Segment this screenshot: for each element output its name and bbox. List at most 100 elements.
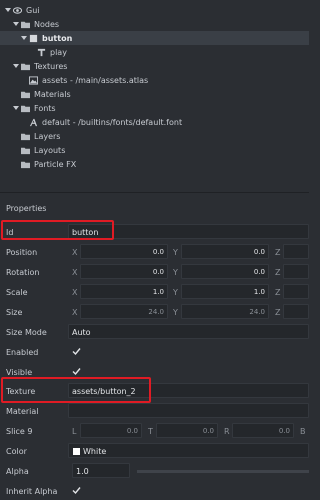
- position-x-input[interactable]: 0.0: [80, 244, 168, 259]
- alpha-input[interactable]: 1.0: [72, 463, 130, 478]
- alpha-slider[interactable]: [137, 470, 309, 473]
- property-label: Id: [6, 228, 14, 237]
- property-texture: Texture assets/button_2: [0, 381, 309, 401]
- inherit-alpha-checkbox[interactable]: [72, 486, 81, 495]
- property-size-mode: Size Mode Auto: [0, 322, 309, 342]
- property-label: Inherit Alpha: [6, 487, 58, 496]
- tree-item-default-font[interactable]: default - /builtins/fonts/default.font: [0, 115, 309, 129]
- position-x-value: 0.0: [152, 248, 164, 256]
- property-label: Size Mode: [6, 328, 47, 337]
- scale-y-input[interactable]: 1.0: [181, 284, 269, 299]
- axis-label-z: Z: [275, 248, 281, 257]
- property-label: Rotation: [6, 268, 40, 277]
- axis-label-z: Z: [275, 288, 281, 297]
- property-label: Visible: [6, 368, 33, 377]
- id-value: button: [72, 228, 99, 237]
- tree-item-label: Textures: [34, 61, 68, 71]
- expand-arrow-icon[interactable]: [12, 101, 20, 115]
- folder-icon: [20, 17, 30, 31]
- scale-x-input[interactable]: 1.0: [80, 284, 168, 299]
- slice9-l-value: 0.0: [126, 427, 138, 435]
- size-z-input[interactable]: [283, 304, 309, 319]
- size-mode-select[interactable]: Auto: [68, 324, 309, 339]
- tree-item-label: Nodes: [34, 19, 60, 29]
- axis-label-x: X: [72, 288, 78, 297]
- tree-item-button[interactable]: button: [0, 31, 309, 45]
- property-label: Position: [6, 248, 38, 257]
- scale-x-value: 1.0: [152, 288, 164, 296]
- color-value: White: [83, 447, 107, 456]
- visible-checkbox[interactable]: [72, 367, 81, 376]
- tree-item-label: Particle FX: [34, 159, 77, 169]
- tree-item-nodes[interactable]: Nodes: [0, 17, 309, 31]
- scale-y-value: 1.0: [253, 288, 265, 296]
- expand-arrow-icon[interactable]: [20, 31, 28, 45]
- size-y-value: 24.0: [249, 308, 265, 316]
- material-select[interactable]: [68, 403, 309, 418]
- axis-label-y: Y: [173, 308, 178, 317]
- rotation-x-input[interactable]: 0.0: [80, 264, 168, 279]
- color-swatch: [73, 448, 80, 455]
- rotation-x-value: 0.0: [152, 268, 164, 276]
- tree-item-particle-fx[interactable]: Particle FX: [0, 157, 309, 171]
- properties-title: Properties: [6, 204, 47, 213]
- size-y-input[interactable]: 24.0: [181, 304, 269, 319]
- tree-item-textures[interactable]: Textures: [0, 59, 309, 73]
- rotation-y-input[interactable]: 0.0: [181, 264, 269, 279]
- tree-item-layouts[interactable]: Layouts: [0, 143, 309, 157]
- outline-panel: Gui Nodes button play Textures assets - …: [0, 0, 309, 192]
- expand-arrow-icon[interactable]: [4, 3, 12, 17]
- property-label: Enabled: [6, 348, 39, 357]
- enabled-checkbox[interactable]: [72, 347, 81, 356]
- position-y-input[interactable]: 0.0: [181, 244, 269, 259]
- text-node-icon: [36, 45, 46, 59]
- tree-item-gui[interactable]: Gui: [0, 3, 309, 17]
- tree-item-assets-atlas[interactable]: assets - /main/assets.atlas: [0, 73, 309, 87]
- atlas-icon: [28, 73, 38, 87]
- slice9-r-value: 0.0: [278, 427, 290, 435]
- property-inherit-alpha: Inherit Alpha: [0, 481, 309, 500]
- texture-select[interactable]: assets/button_2: [68, 383, 309, 398]
- folder-icon: [20, 129, 30, 143]
- axis-label-b: B: [300, 427, 306, 436]
- folder-icon: [20, 101, 30, 115]
- tree-item-layers[interactable]: Layers: [0, 129, 309, 143]
- font-icon: [28, 115, 38, 129]
- axis-label-t: T: [148, 427, 153, 436]
- tree-item-label: Layers: [34, 131, 61, 141]
- folder-icon: [20, 59, 30, 73]
- gui-icon: [12, 3, 22, 17]
- position-y-value: 0.0: [253, 248, 265, 256]
- tree-item-label: play: [50, 47, 67, 57]
- folder-icon: [20, 143, 30, 157]
- properties-panel: Id button Position X 0.0 Y 0.0 Z Rotatio…: [0, 220, 309, 500]
- tree-item-label: assets - /main/assets.atlas: [42, 75, 149, 85]
- axis-label-x: X: [72, 248, 78, 257]
- slice9-l-input[interactable]: 0.0: [80, 423, 142, 438]
- tree-item-play[interactable]: play: [0, 45, 309, 59]
- color-picker[interactable]: White: [68, 443, 309, 458]
- property-enabled: Enabled: [0, 342, 309, 362]
- expand-arrow-icon[interactable]: [12, 17, 20, 31]
- tree-item-materials[interactable]: Materials: [0, 87, 309, 101]
- tree-item-fonts[interactable]: Fonts: [0, 101, 309, 115]
- axis-label-y: Y: [173, 268, 178, 277]
- expand-arrow-icon[interactable]: [12, 59, 20, 73]
- size-x-input[interactable]: 24.0: [80, 304, 168, 319]
- slice9-t-value: 0.0: [202, 427, 214, 435]
- slice9-t-input[interactable]: 0.0: [156, 423, 218, 438]
- box-node-icon: [28, 31, 38, 45]
- rotation-z-input[interactable]: [283, 264, 309, 279]
- scale-z-input[interactable]: [283, 284, 309, 299]
- position-z-input[interactable]: [283, 244, 309, 259]
- id-input[interactable]: button: [68, 224, 309, 239]
- property-id: Id button: [0, 222, 309, 242]
- property-label: Color: [6, 447, 27, 456]
- property-label: Size: [6, 308, 23, 317]
- slice9-r-input[interactable]: 0.0: [232, 423, 294, 438]
- axis-label-y: Y: [173, 248, 178, 257]
- axis-label-y: Y: [173, 288, 178, 297]
- axis-label-x: X: [72, 308, 78, 317]
- axis-label-z: Z: [275, 268, 281, 277]
- property-color: Color White: [0, 441, 309, 461]
